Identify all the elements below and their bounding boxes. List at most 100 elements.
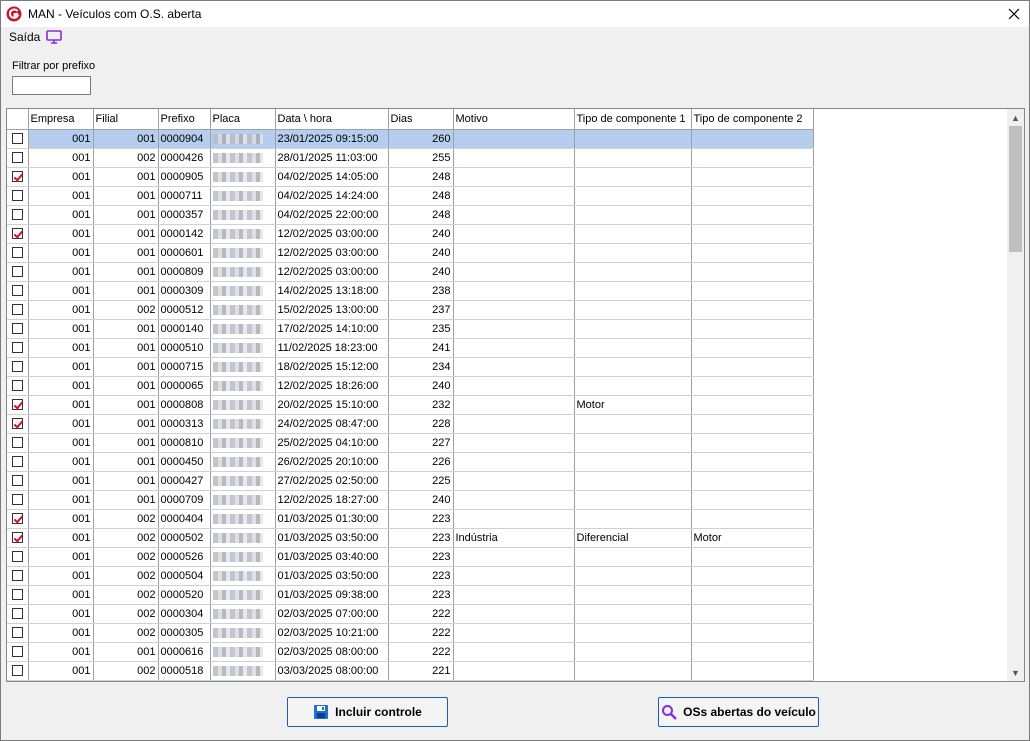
header-check[interactable] [7,109,29,130]
checkbox-unchecked[interactable] [11,342,23,354]
checkbox-unchecked[interactable] [11,551,23,563]
checkbox-unchecked[interactable] [11,323,23,335]
table-row[interactable]: 001 001 0000709 12/02/2025 18:27:00 240 [7,490,814,510]
row-checkbox-cell[interactable] [7,623,29,643]
checkbox-checked[interactable] [11,228,23,240]
row-checkbox-cell[interactable] [7,300,29,320]
header-empresa[interactable]: Empresa [28,109,94,130]
scroll-thumb[interactable] [1009,126,1022,252]
table-row[interactable]: 001 001 0000357 04/02/2025 22:00:00 248 [7,205,814,225]
row-checkbox-cell[interactable] [7,509,29,529]
row-checkbox-cell[interactable] [7,661,29,681]
table-row[interactable]: 001 002 0000512 15/02/2025 13:00:00 237 [7,300,814,320]
row-checkbox-cell[interactable] [7,433,29,453]
scroll-down-icon[interactable]: ▼ [1007,664,1024,681]
table-row[interactable]: 001 001 0000142 12/02/2025 03:00:00 240 [7,224,814,244]
menu-saida[interactable]: Saída [9,30,40,44]
table-row[interactable]: 001 001 0000601 12/02/2025 03:00:00 240 [7,243,814,263]
table-row[interactable]: 001 001 0000427 27/02/2025 02:50:00 225 [7,471,814,491]
row-checkbox-cell[interactable] [7,471,29,491]
table-row[interactable]: 001 002 0000526 01/03/2025 03:40:00 223 [7,547,814,567]
checkbox-unchecked[interactable] [11,494,23,506]
row-checkbox-cell[interactable] [7,129,29,149]
checkbox-unchecked[interactable] [11,627,23,639]
checkbox-unchecked[interactable] [11,380,23,392]
checkbox-checked[interactable] [11,513,23,525]
header-placa[interactable]: Placa [210,109,276,130]
row-checkbox-cell[interactable] [7,414,29,434]
table-row[interactable]: 001 001 0000065 12/02/2025 18:26:00 240 [7,376,814,396]
checkbox-unchecked[interactable] [11,285,23,297]
table-row[interactable]: 001 002 0000520 01/03/2025 09:38:00 223 [7,585,814,605]
checkbox-unchecked[interactable] [11,475,23,487]
row-checkbox-cell[interactable] [7,148,29,168]
checkbox-unchecked[interactable] [11,190,23,202]
checkbox-unchecked[interactable] [11,304,23,316]
row-checkbox-cell[interactable] [7,357,29,377]
row-checkbox-cell[interactable] [7,547,29,567]
vertical-scrollbar[interactable]: ▲ ▼ [1007,109,1024,681]
row-checkbox-cell[interactable] [7,642,29,662]
scroll-up-icon[interactable]: ▲ [1007,109,1024,126]
table-row[interactable]: 001 001 0000140 17/02/2025 14:10:00 235 [7,319,814,339]
table-row[interactable]: 001 001 0000808 20/02/2025 15:10:00 232 Motor [7,395,814,415]
row-checkbox-cell[interactable] [7,186,29,206]
checkbox-unchecked[interactable] [11,133,23,145]
row-checkbox-cell[interactable] [7,338,29,358]
monitor-icon[interactable] [46,30,63,44]
table-row[interactable]: 001 002 0000426 28/01/2025 11:03:00 255 [7,148,814,168]
row-checkbox-cell[interactable] [7,452,29,472]
table-row[interactable]: 001 001 0000810 25/02/2025 04:10:00 227 [7,433,814,453]
row-checkbox-cell[interactable] [7,604,29,624]
checkbox-unchecked[interactable] [11,456,23,468]
table-row[interactable]: 001 002 0000304 02/03/2025 07:00:00 222 [7,604,814,624]
checkbox-unchecked[interactable] [11,437,23,449]
table-row[interactable]: 001 002 0000404 01/03/2025 01:30:00 223 [7,509,814,529]
table-row[interactable]: 001 001 0000510 11/02/2025 18:23:00 241 [7,338,814,358]
table-row[interactable]: 001 002 0000504 01/03/2025 03:50:00 223 [7,566,814,586]
header-dias[interactable]: Dias [388,109,454,130]
row-checkbox-cell[interactable] [7,319,29,339]
table-row[interactable]: 001 001 0000616 02/03/2025 08:00:00 222 [7,642,814,662]
table-row[interactable]: 001 001 0000905 04/02/2025 14:05:00 248 [7,167,814,187]
checkbox-checked[interactable] [11,399,23,411]
row-checkbox-cell[interactable] [7,528,29,548]
row-checkbox-cell[interactable] [7,262,29,282]
oss-abertas-button[interactable]: OSs abertas do veículo [658,697,819,727]
row-checkbox-cell[interactable] [7,224,29,244]
table-row[interactable]: 001 001 0000715 18/02/2025 15:12:00 234 [7,357,814,377]
checkbox-unchecked[interactable] [11,646,23,658]
table-row[interactable]: 001 001 0000450 26/02/2025 20:10:00 226 [7,452,814,472]
row-checkbox-cell[interactable] [7,585,29,605]
checkbox-unchecked[interactable] [11,247,23,259]
row-checkbox-cell[interactable] [7,243,29,263]
checkbox-unchecked[interactable] [11,589,23,601]
table-row[interactable]: 001 002 0000305 02/03/2025 10:21:00 222 [7,623,814,643]
header-prefixo[interactable]: Prefixo [158,109,211,130]
checkbox-unchecked[interactable] [11,665,23,677]
row-checkbox-cell[interactable] [7,167,29,187]
row-checkbox-cell[interactable] [7,281,29,301]
row-checkbox-cell[interactable] [7,376,29,396]
header-tipo-componente-2[interactable]: Tipo de componente 2 [691,109,814,130]
checkbox-unchecked[interactable] [11,209,23,221]
table-row[interactable]: 001 002 0000518 03/03/2025 08:00:00 221 [7,661,814,681]
close-button[interactable] [999,1,1029,27]
incluir-controle-button[interactable]: Incluir controle [287,697,448,727]
row-checkbox-cell[interactable] [7,490,29,510]
header-filial[interactable]: Filial [93,109,159,130]
row-checkbox-cell[interactable] [7,205,29,225]
table-row[interactable]: 001 001 0000313 24/02/2025 08:47:00 228 [7,414,814,434]
checkbox-unchecked[interactable] [11,361,23,373]
checkbox-checked[interactable] [11,171,23,183]
prefix-filter-input[interactable] [12,76,91,95]
table-row[interactable]: 001 001 0000309 14/02/2025 13:18:00 238 [7,281,814,301]
checkbox-unchecked[interactable] [11,152,23,164]
header-tipo-componente-1[interactable]: Tipo de componente 1 [574,109,692,130]
checkbox-unchecked[interactable] [11,570,23,582]
checkbox-unchecked[interactable] [11,608,23,620]
table-row[interactable]: 001 002 0000502 01/03/2025 03:50:00 223 Indús… [7,528,814,548]
checkbox-checked[interactable] [11,532,23,544]
header-data-hora[interactable]: Data \ hora [275,109,389,130]
row-checkbox-cell[interactable] [7,566,29,586]
